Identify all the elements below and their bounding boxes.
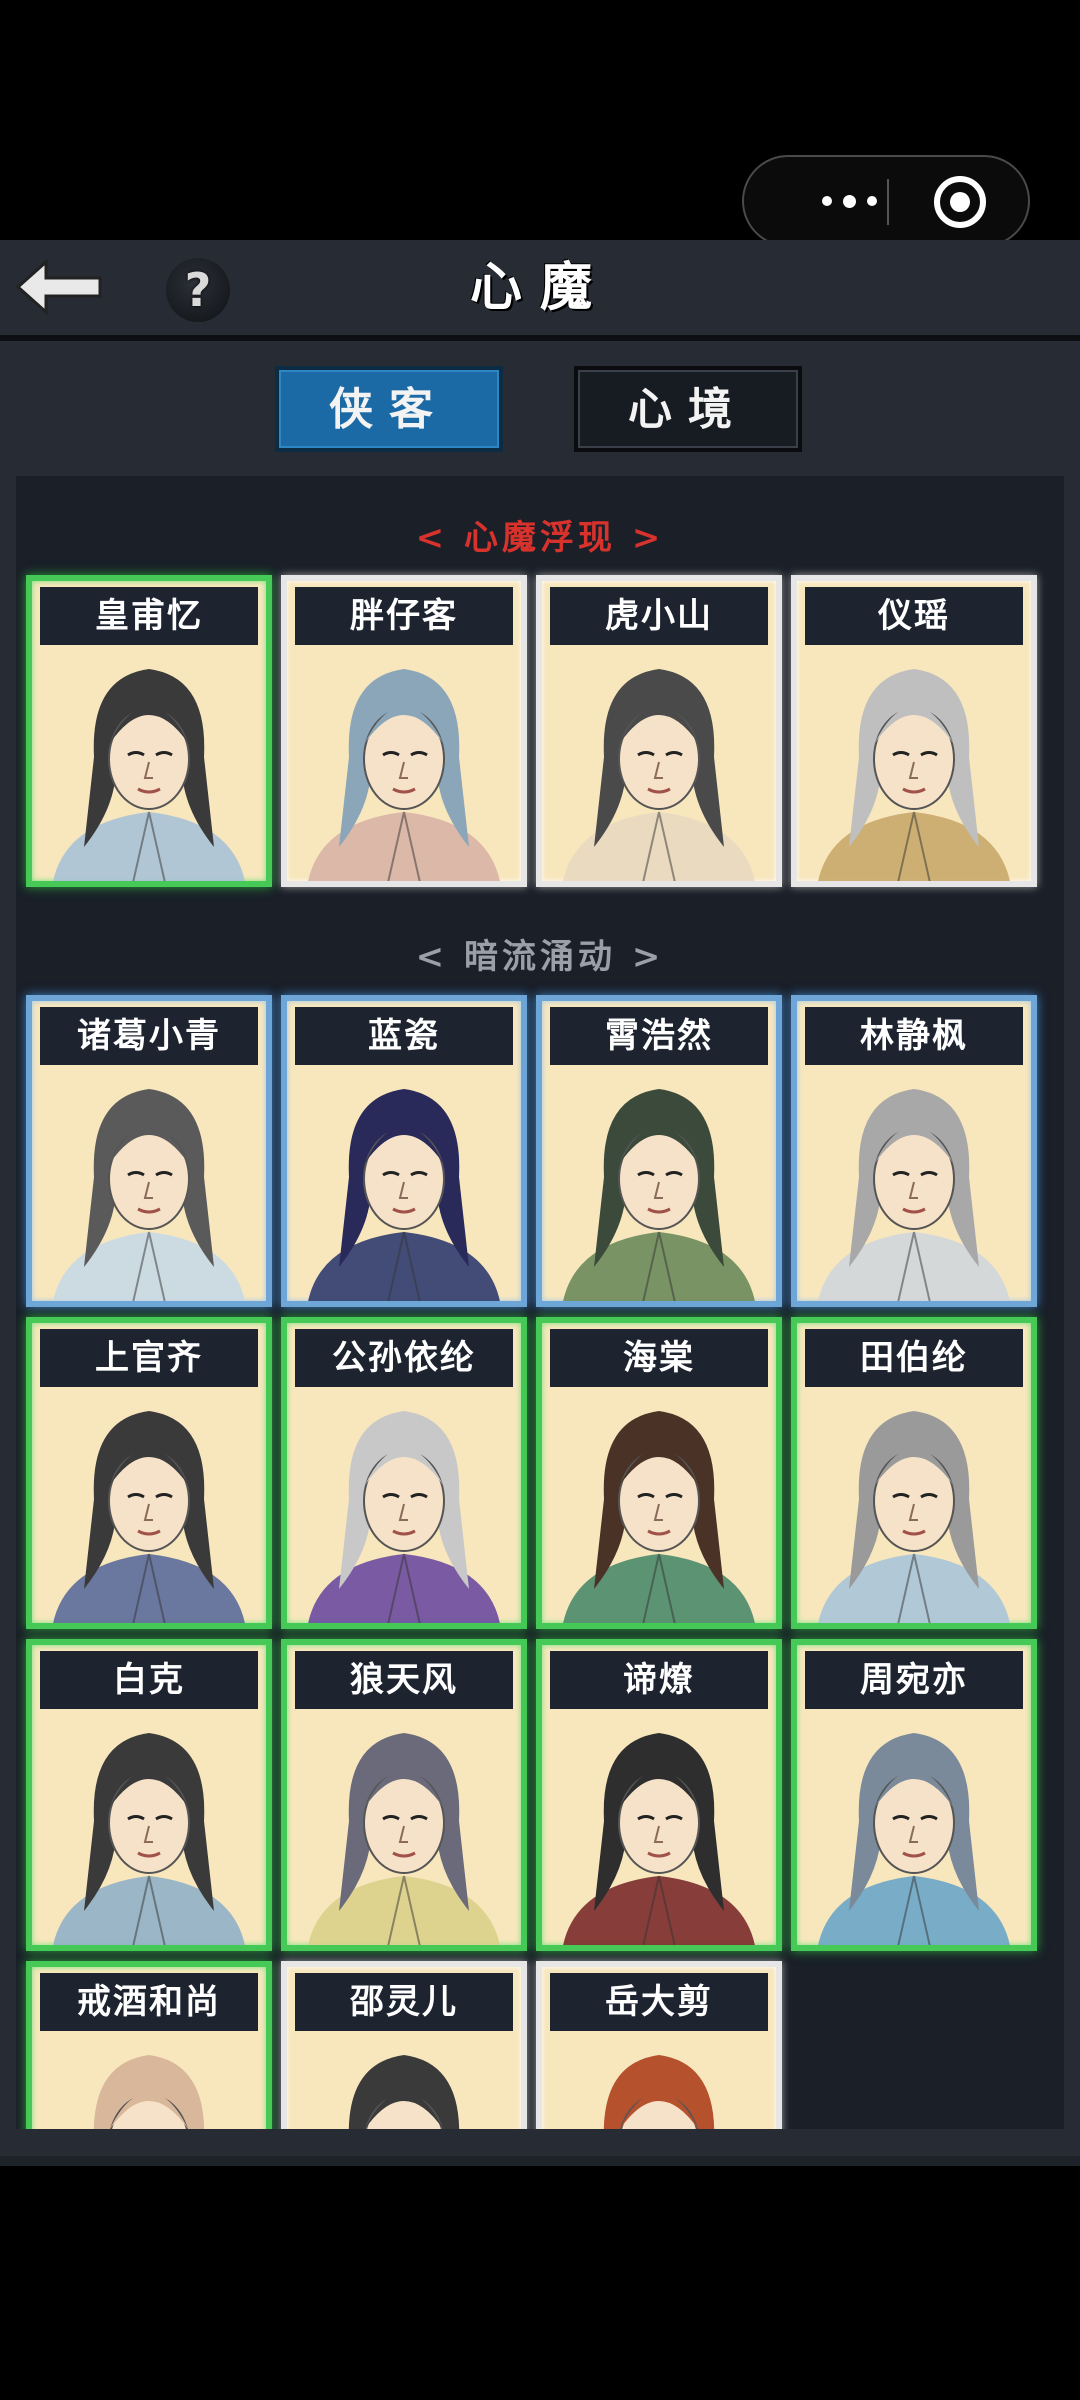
hero-card[interactable]: 仪瑶	[791, 575, 1037, 887]
hero-portrait	[797, 1389, 1031, 1623]
tab-mindstate[interactable]: 心境	[574, 366, 802, 452]
hero-card[interactable]: 诸葛小青	[26, 995, 272, 1307]
hero-card[interactable]: 公孙依纶	[281, 1317, 527, 1629]
close-miniprogram-icon[interactable]	[934, 176, 986, 228]
hero-name: 胖仔客	[295, 587, 513, 645]
back-arrow-icon[interactable]	[12, 254, 108, 320]
hero-card[interactable]: 田伯纶	[791, 1317, 1037, 1629]
hero-name: 仪瑶	[805, 587, 1023, 645]
top-header: ? 心魔	[0, 240, 1080, 341]
hero-name: 皇甫忆	[40, 587, 258, 645]
hero-portrait	[542, 1389, 776, 1623]
hero-portrait	[32, 1067, 266, 1301]
hero-card[interactable]: 戒酒和尚	[26, 1961, 272, 2129]
hero-card[interactable]: 邵灵儿	[281, 1961, 527, 2129]
hero-card[interactable]: 胖仔客	[281, 575, 527, 887]
hero-name: 霄浩然	[550, 1007, 768, 1065]
hero-portrait	[797, 1711, 1031, 1945]
hero-portrait	[797, 647, 1031, 881]
page-title: 心魔	[469, 257, 610, 318]
more-options-icon[interactable]	[784, 157, 914, 245]
hero-name: 公孙依纶	[295, 1329, 513, 1387]
hero-grid-scroll[interactable]: < 心魔浮现 > < 暗流涌动 > 皇甫忆 胖仔客 虎小山 仪瑶诸葛小青 蓝瓷 霄浩然 林静…	[16, 476, 1064, 2129]
hero-portrait	[287, 2033, 521, 2129]
hero-portrait	[797, 1067, 1031, 1301]
hero-portrait	[32, 647, 266, 881]
hero-card[interactable]: 周宛亦	[791, 1639, 1037, 1951]
panel-bottom-edge	[0, 2156, 1080, 2166]
section-title-undercurrent: < 暗流涌动 >	[415, 937, 665, 977]
hero-portrait	[287, 1389, 521, 1623]
mini-program-capsule	[742, 155, 1030, 247]
hero-name: 邵灵儿	[295, 1973, 513, 2031]
hero-name: 上官齐	[40, 1329, 258, 1387]
hero-portrait	[287, 1711, 521, 1945]
hero-card[interactable]: 狼天风	[281, 1639, 527, 1951]
hero-portrait	[287, 1067, 521, 1301]
tab-heroes[interactable]: 侠客	[275, 366, 503, 452]
hero-card[interactable]: 谛燎	[536, 1639, 782, 1951]
section-title-emerging: < 心魔浮现 >	[415, 518, 665, 558]
hero-card[interactable]: 蓝瓷	[281, 995, 527, 1307]
content-panel: < 心魔浮现 > < 暗流涌动 > 皇甫忆 胖仔客 虎小山 仪瑶诸葛小青 蓝瓷 霄浩然 林静…	[0, 466, 1080, 2156]
hero-name: 狼天风	[295, 1651, 513, 1709]
hero-portrait	[32, 2033, 266, 2129]
hero-name: 林静枫	[805, 1007, 1023, 1065]
hero-portrait	[542, 1711, 776, 1945]
hero-name: 蓝瓷	[295, 1007, 513, 1065]
hero-name: 岳大剪	[550, 1973, 768, 2031]
hero-card[interactable]: 霄浩然	[536, 995, 782, 1307]
hero-card[interactable]: 岳大剪	[536, 1961, 782, 2129]
hero-name: 诸葛小青	[40, 1007, 258, 1065]
hero-portrait	[542, 647, 776, 881]
tab-bar: 侠客 心境	[0, 341, 1080, 466]
hero-card[interactable]: 林静枫	[791, 995, 1037, 1307]
hero-name: 田伯纶	[805, 1329, 1023, 1387]
hero-card[interactable]: 上官齐	[26, 1317, 272, 1629]
hero-portrait	[287, 647, 521, 881]
hero-portrait	[542, 2033, 776, 2129]
help-icon[interactable]: ?	[166, 258, 230, 322]
hero-portrait	[542, 1067, 776, 1301]
hero-card[interactable]: 白克	[26, 1639, 272, 1951]
hero-name: 海棠	[550, 1329, 768, 1387]
hero-name: 白克	[40, 1651, 258, 1709]
hero-card[interactable]: 虎小山	[536, 575, 782, 887]
hero-card[interactable]: 海棠	[536, 1317, 782, 1629]
hero-portrait	[32, 1711, 266, 1945]
hero-name: 戒酒和尚	[40, 1973, 258, 2031]
hero-portrait	[32, 1389, 266, 1623]
hero-name: 周宛亦	[805, 1651, 1023, 1709]
hero-name: 谛燎	[550, 1651, 768, 1709]
hero-card[interactable]: 皇甫忆	[26, 575, 272, 887]
capsule-divider	[887, 179, 889, 225]
hero-name: 虎小山	[550, 587, 768, 645]
